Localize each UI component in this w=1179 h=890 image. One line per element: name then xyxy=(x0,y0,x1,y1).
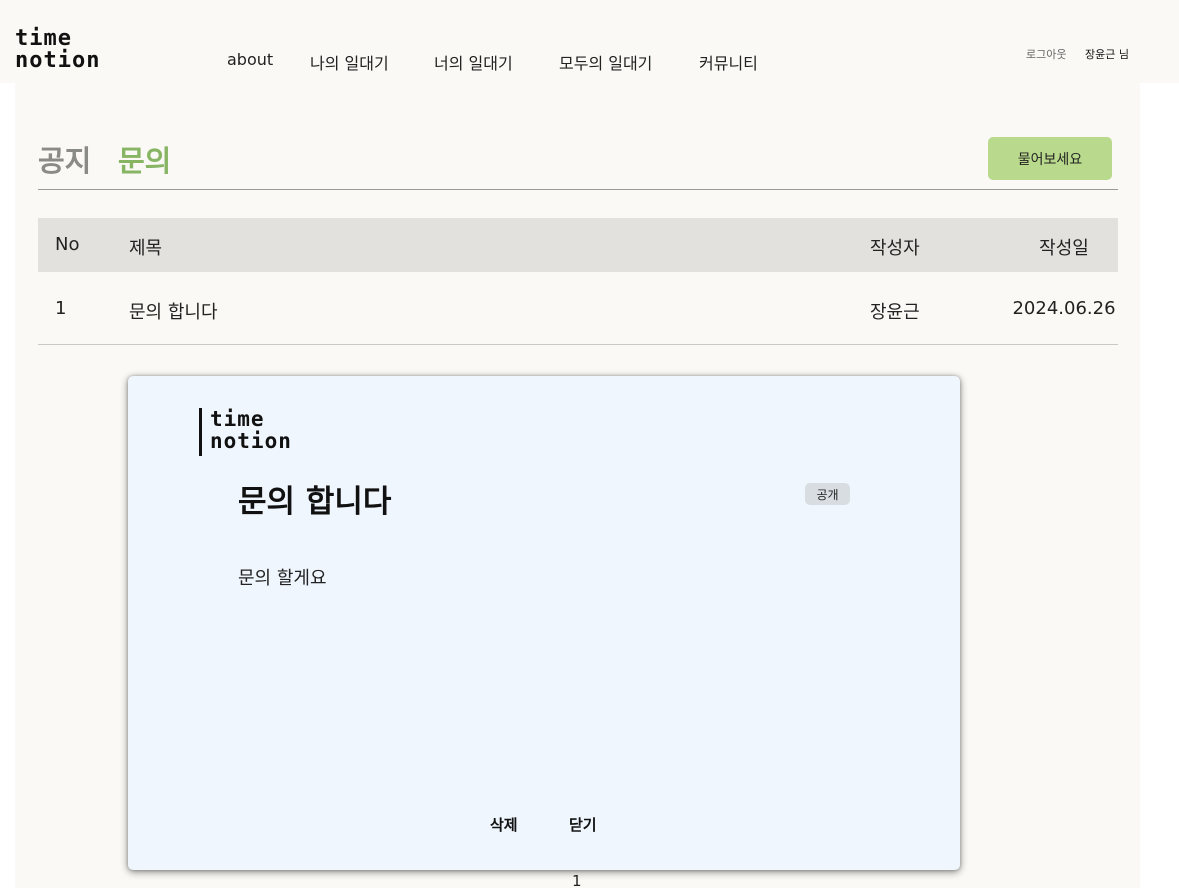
row-author: 장윤근 xyxy=(870,302,920,323)
modal-logo: time notion xyxy=(199,408,292,456)
row-title[interactable]: 문의 합니다 xyxy=(129,298,218,324)
logout-link[interactable]: 로그아웃 xyxy=(1026,46,1066,62)
column-author: 작성자 xyxy=(870,238,920,259)
column-no: No xyxy=(55,234,80,255)
nav-my-story[interactable]: 나의 일대기 xyxy=(310,50,389,74)
row-no: 1 xyxy=(55,298,67,319)
modal-logo-line-1: time xyxy=(210,407,265,431)
nav-your-story[interactable]: 너의 일대기 xyxy=(434,50,513,74)
nav-about[interactable]: about xyxy=(227,50,273,69)
site-logo[interactable]: time notion xyxy=(15,28,100,72)
tab-notice[interactable]: 공지 xyxy=(38,138,91,180)
user-name: 장윤근 님 xyxy=(1085,48,1129,61)
column-date: 작성일 xyxy=(1039,238,1089,259)
column-title: 제목 xyxy=(129,238,163,259)
post-detail-modal: time notion 문의 합니다 공개 문의 할게요 삭제 닫기 xyxy=(128,376,960,870)
post-title: 문의 합니다 xyxy=(238,484,392,520)
nav-community[interactable]: 커뮤니티 xyxy=(699,50,758,74)
divider xyxy=(38,189,1118,190)
tab-inquiry[interactable]: 문의 xyxy=(118,138,171,180)
table-row[interactable]: 1 문의 합니다 장윤근 2024.06.26 xyxy=(38,272,1118,345)
logo-line-2: notion xyxy=(15,48,101,73)
table-header: No 제목 작성자 작성일 xyxy=(38,218,1118,272)
close-button[interactable]: 닫기 xyxy=(569,814,597,835)
top-bar: time notion about 나의 일대기 너의 일대기 모두의 일대기 … xyxy=(0,0,1179,83)
post-body: 문의 할게요 xyxy=(238,568,327,589)
logo-line-1: time xyxy=(15,26,72,51)
nav-everyone-story[interactable]: 모두의 일대기 xyxy=(559,50,652,74)
ask-button[interactable]: 물어보세요 xyxy=(988,137,1112,180)
modal-logo-line-2: notion xyxy=(210,429,292,453)
delete-button[interactable]: 삭제 xyxy=(490,814,518,835)
row-date: 2024.06.26 xyxy=(1012,298,1116,319)
visibility-badge: 공개 xyxy=(805,483,850,505)
page-number[interactable]: 1 xyxy=(572,872,582,890)
